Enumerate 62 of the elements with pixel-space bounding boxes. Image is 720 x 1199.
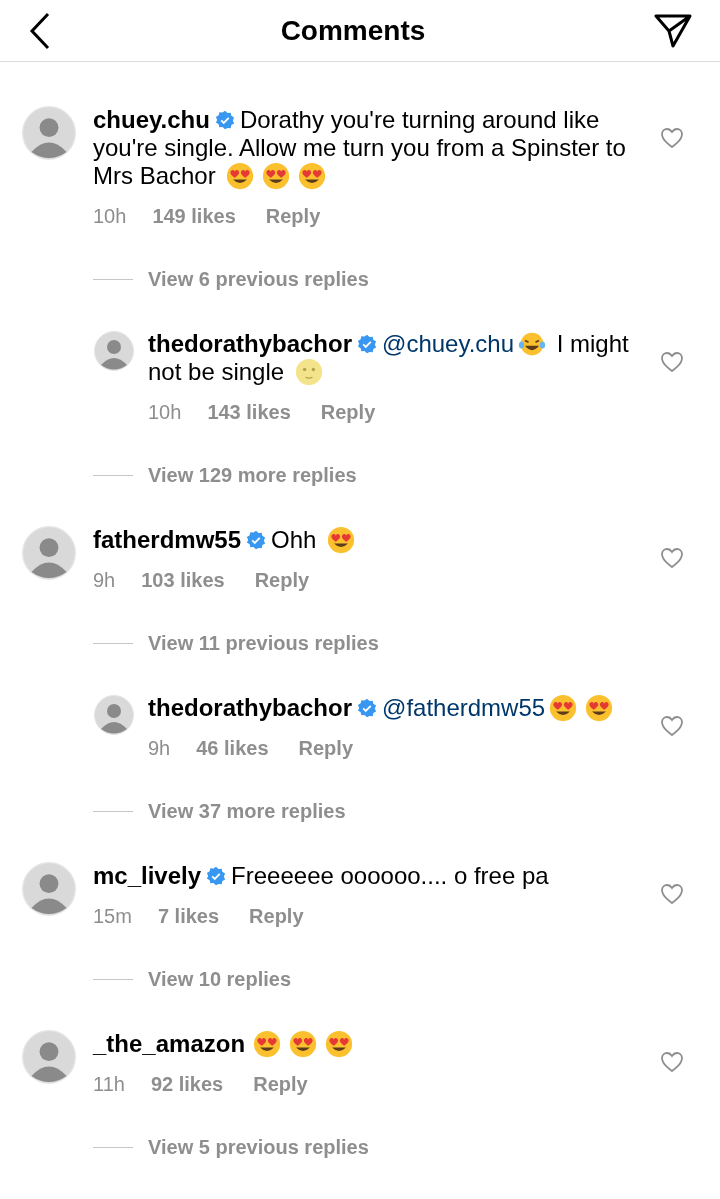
view-replies-link[interactable]: View 5 previous replies bbox=[148, 1132, 369, 1162]
heart-icon[interactable] bbox=[660, 715, 684, 737]
comment-text: mc_lively Freeeeee oooooo.... o free pa bbox=[93, 862, 550, 890]
reply-button[interactable]: Reply bbox=[265, 201, 321, 231]
reply-button[interactable]: Reply bbox=[254, 565, 310, 595]
avatar-icon[interactable] bbox=[22, 526, 76, 580]
comment-time: 9h bbox=[93, 568, 116, 593]
likes-count[interactable]: 7 likes bbox=[157, 901, 220, 931]
comment-text: thedorathybachor @chuey.chu I might not be single bbox=[148, 330, 630, 386]
mention-link[interactable]: @fatherdmw55 bbox=[382, 694, 546, 721]
heart-eyes-emoji-icon bbox=[226, 162, 255, 190]
heart-eyes-emoji-icon bbox=[262, 162, 291, 190]
comment-time: 10h bbox=[148, 400, 182, 425]
back-icon[interactable] bbox=[28, 11, 52, 50]
reply-button[interactable]: Reply bbox=[320, 397, 376, 427]
comment-text: fatherdmw55 Ohh bbox=[93, 526, 650, 554]
comment-time: 9h bbox=[148, 736, 171, 761]
heart-icon[interactable] bbox=[660, 1051, 684, 1073]
view-replies-link[interactable]: View 37 more replies bbox=[148, 796, 346, 826]
heart-icon[interactable] bbox=[660, 351, 684, 373]
view-replies-link[interactable]: View 6 previous replies bbox=[148, 264, 369, 294]
comment-time: 15m bbox=[93, 904, 132, 929]
likes-count[interactable]: 46 likes bbox=[196, 733, 269, 763]
username-link[interactable]: fatherdmw55 bbox=[93, 526, 242, 553]
view-replies-link[interactable]: View 11 previous replies bbox=[148, 628, 379, 658]
avatar-icon[interactable] bbox=[22, 862, 76, 916]
username-link[interactable]: _the_amazon bbox=[93, 1030, 246, 1057]
reply-button[interactable]: Reply bbox=[253, 1069, 308, 1099]
username-link[interactable]: mc_lively bbox=[93, 862, 202, 889]
likes-count[interactable]: 149 likes bbox=[152, 201, 236, 231]
heart-icon[interactable] bbox=[660, 883, 684, 905]
heart-eyes-emoji-icon bbox=[327, 526, 356, 554]
page-title: Comments bbox=[280, 13, 426, 48]
username-link[interactable]: thedorathybachor bbox=[148, 330, 353, 357]
heart-eyes-emoji-icon bbox=[585, 694, 614, 722]
view-replies-link[interactable]: View 10 replies bbox=[148, 964, 292, 994]
laughing-emoji-icon bbox=[518, 330, 547, 358]
avatar-icon[interactable] bbox=[22, 106, 76, 160]
username-link[interactable]: chuey.chu bbox=[93, 106, 210, 133]
view-replies-link[interactable]: View 129 more replies bbox=[148, 460, 357, 490]
avatar-icon[interactable] bbox=[94, 695, 134, 735]
comment-time: 11h bbox=[93, 1072, 125, 1097]
reply-button[interactable]: Reply bbox=[249, 901, 304, 931]
reply-button[interactable]: Reply bbox=[298, 733, 353, 763]
send-icon[interactable] bbox=[654, 12, 692, 49]
comment-time: 10h bbox=[93, 204, 127, 229]
heart-eyes-emoji-icon bbox=[253, 1030, 282, 1058]
avatar-icon[interactable] bbox=[22, 1030, 76, 1084]
avatar-icon[interactable] bbox=[94, 331, 134, 371]
heart-eyes-emoji-icon bbox=[298, 162, 327, 190]
heart-eyes-emoji-icon bbox=[289, 1030, 318, 1058]
likes-count[interactable]: 103 likes bbox=[141, 565, 225, 595]
heart-icon[interactable] bbox=[660, 547, 684, 569]
likes-count[interactable]: 92 likes bbox=[150, 1069, 224, 1099]
heart-icon[interactable] bbox=[660, 127, 684, 149]
mention-link[interactable]: @chuey.chu bbox=[382, 330, 515, 357]
moon-emoji-icon bbox=[294, 358, 323, 386]
comment-text: chuey.chu Dorathy you're turning around like you're single. Allow me turn you from a Spinster to Mrs Bachor bbox=[93, 106, 627, 190]
username-link[interactable]: thedorathybachor bbox=[148, 694, 353, 721]
heart-eyes-emoji-icon bbox=[325, 1030, 354, 1058]
heart-eyes-emoji-icon bbox=[549, 694, 578, 722]
likes-count[interactable]: 143 likes bbox=[207, 397, 291, 427]
